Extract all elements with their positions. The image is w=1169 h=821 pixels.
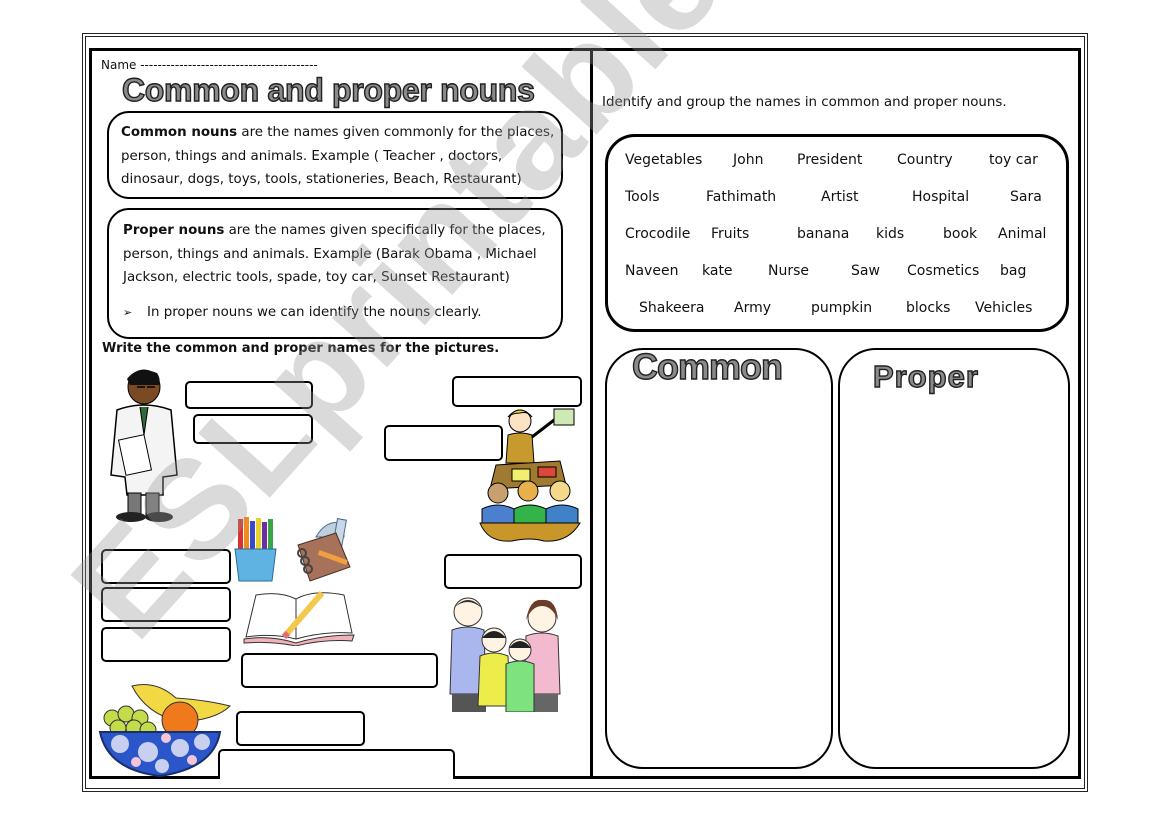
doctor-picture [110, 369, 178, 522]
word-bank-item: Artist [821, 189, 859, 205]
answer-box-class[interactable] [444, 554, 582, 589]
word-bank-item: Vegetables [625, 152, 703, 168]
proper-heading: Proper [872, 358, 979, 394]
word-bank-item: kids [876, 226, 905, 242]
word-bank-item: blocks [906, 300, 951, 316]
word-bank-item: Saw [851, 263, 880, 279]
word-bank-item: Nurse [768, 263, 810, 279]
word-bank-item: Country [897, 152, 953, 168]
proper-noun-bullet: ➢ In proper nouns we can identify the nou… [123, 301, 561, 325]
word-bank-item: Fathimath [706, 189, 777, 205]
word-bank-item: Fruits [711, 226, 750, 242]
answer-box-stationery-2[interactable] [101, 587, 231, 622]
common-nouns-answer-area[interactable] [605, 348, 833, 769]
arrow-bullet-icon: ➢ [123, 305, 133, 319]
word-bank-item: Army [734, 300, 772, 316]
common-noun-definition-box: Common nouns are the names given commonl… [107, 111, 563, 199]
column-divider [590, 48, 593, 779]
answer-box-book[interactable] [241, 653, 438, 688]
common-heading: Common [631, 345, 783, 387]
name-field[interactable]: Name -----------------------------------… [101, 58, 318, 72]
word-bank-item: Shakeera [639, 300, 705, 316]
word-bank-item: Animal [998, 226, 1047, 242]
answer-box-teacher-1[interactable] [452, 376, 582, 407]
word-bank-item: Sara [1010, 189, 1042, 205]
answer-box-doctor-1[interactable] [185, 381, 313, 409]
answer-box-doctor-2[interactable] [193, 414, 313, 444]
picture-exercise-instruction: Write the common and proper names for th… [102, 341, 500, 356]
proper-nouns-answer-area[interactable] [838, 348, 1070, 769]
grouping-instruction: Identify and group the names in common a… [602, 95, 1007, 110]
word-bank-item: toy car [989, 152, 1038, 168]
word-bank-item: Hospital [912, 189, 970, 205]
fruit-bowl-picture [98, 684, 231, 778]
answer-box-stationery-3[interactable] [101, 627, 231, 662]
word-bank-item: banana [797, 226, 850, 242]
proper-noun-bullet-text: In proper nouns we can identify the noun… [147, 304, 482, 320]
notebook-and-ruler-picture [297, 518, 351, 582]
answer-box-fruit-1[interactable] [236, 711, 365, 746]
word-bank-item: Crocodile [625, 226, 691, 242]
word-bank-item: John [733, 152, 764, 168]
teacher-with-class-picture [479, 408, 581, 542]
answer-box-fruit-2[interactable] [218, 749, 455, 779]
open-book-picture [243, 591, 355, 646]
word-bank-item: President [797, 152, 863, 168]
word-bank-item: kate [702, 263, 733, 279]
word-bank-item: Naveen [625, 263, 679, 279]
pencil-cup-picture [234, 517, 277, 582]
worksheet-title: Common and proper nouns [121, 71, 535, 108]
answer-box-stationery-1[interactable] [101, 549, 231, 584]
word-bank-item: Cosmetics [907, 263, 980, 279]
word-bank-item: bag [1000, 263, 1027, 279]
family-picture [449, 597, 561, 712]
word-bank-item: Vehicles [975, 300, 1033, 316]
word-bank-item: pumpkin [811, 300, 873, 316]
word-bank-item: Tools [625, 189, 660, 205]
common-noun-term: Common nouns [121, 125, 238, 140]
word-bank-item: book [943, 226, 978, 242]
proper-noun-definition-box: Proper nouns are the names given specifi… [107, 208, 563, 339]
proper-noun-term: Proper nouns [123, 223, 225, 238]
